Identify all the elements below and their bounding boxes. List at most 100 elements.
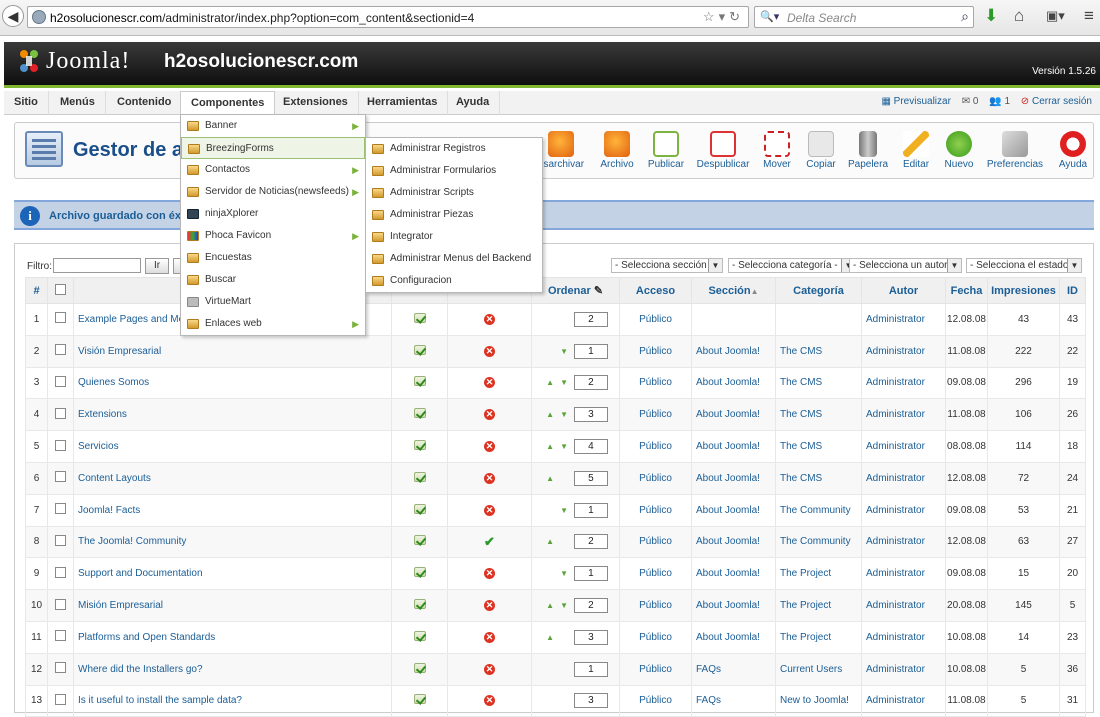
col-author[interactable]: Autor xyxy=(861,277,946,304)
row-checkbox-cell[interactable] xyxy=(47,557,74,591)
published-icon[interactable] xyxy=(413,408,426,419)
author-select[interactable]: - Selecciona un autor - ▼ xyxy=(849,258,962,273)
row-checkbox-cell[interactable] xyxy=(47,303,74,336)
order-up-icon[interactable]: ▲ xyxy=(543,410,557,419)
bookmarks-menu-icon[interactable]: ▣▾ xyxy=(1046,6,1065,26)
row-checkbox[interactable] xyxy=(55,534,66,546)
frontpage-yes-icon[interactable]: ✔ xyxy=(484,534,495,550)
published-cell[interactable] xyxy=(391,430,448,463)
frontpage-no-icon[interactable]: ✕ xyxy=(484,568,495,580)
messages-count[interactable]: ✉ 0 xyxy=(962,91,979,113)
menu-item-buscar[interactable]: Buscar xyxy=(181,269,365,291)
row-checkbox[interactable] xyxy=(55,471,66,483)
article-title-link[interactable]: Where did the Installers go? xyxy=(73,652,392,686)
row-checkbox-cell[interactable] xyxy=(47,589,74,622)
section-link[interactable]: FAQs xyxy=(691,684,776,717)
row-checkbox-cell[interactable] xyxy=(47,493,74,527)
order-input[interactable]: 5 xyxy=(573,470,608,486)
published-icon[interactable] xyxy=(413,662,426,673)
category-link[interactable]: The Community xyxy=(775,493,862,527)
order-input[interactable]: 1 xyxy=(573,343,608,359)
search-box[interactable]: 🔍▾ Delta Search ⌕ xyxy=(754,6,974,28)
new-button[interactable]: Nuevo xyxy=(929,127,989,177)
published-cell[interactable] xyxy=(391,620,448,654)
order-down-icon[interactable]: ▼ xyxy=(557,347,571,356)
section-link[interactable]: About Joomla! xyxy=(691,366,776,400)
frontpage-cell[interactable]: ✕ xyxy=(447,303,532,336)
author-link[interactable]: Administrator xyxy=(861,652,946,686)
state-select[interactable]: - Selecciona el estado - ▼ xyxy=(966,258,1082,273)
menu-item-ninjaxplorer[interactable]: ninjaXplorer xyxy=(181,203,365,225)
category-link[interactable]: The CMS xyxy=(775,398,862,432)
published-cell[interactable] xyxy=(391,652,448,686)
row-checkbox[interactable] xyxy=(55,598,66,610)
submenu-administrar-registros[interactable]: Administrar Registros xyxy=(366,138,542,160)
menu-item-encuestas[interactable]: Encuestas xyxy=(181,247,365,269)
author-link[interactable]: Administrator xyxy=(861,366,946,400)
row-checkbox[interactable] xyxy=(55,344,66,356)
access-link[interactable]: Público xyxy=(619,493,692,527)
published-icon[interactable] xyxy=(413,694,426,705)
row-checkbox[interactable] xyxy=(55,503,66,515)
access-link[interactable]: Público xyxy=(619,525,692,559)
menu-item-enlaces-web[interactable]: Enlaces web ▶ xyxy=(181,313,365,335)
menu-item-contactos[interactable]: Contactos ▶ xyxy=(181,159,365,181)
access-link[interactable]: Público xyxy=(619,557,692,591)
published-icon[interactable] xyxy=(413,376,426,387)
frontpage-cell[interactable]: ✕ xyxy=(447,684,532,717)
author-link[interactable]: Administrator xyxy=(861,684,946,717)
publish-button[interactable]: Publicar xyxy=(636,127,696,177)
article-title-link[interactable]: Servicios xyxy=(73,430,392,463)
article-title-link[interactable]: Is it useful to install the sample data? xyxy=(73,684,392,717)
access-link[interactable]: Público xyxy=(619,652,692,686)
row-checkbox[interactable] xyxy=(55,407,66,419)
author-link[interactable]: Administrator xyxy=(861,303,946,336)
menu-item-virtuemart[interactable]: VirtueMart xyxy=(181,291,365,313)
row-checkbox-cell[interactable] xyxy=(47,620,74,654)
published-icon[interactable] xyxy=(413,630,426,641)
published-cell[interactable] xyxy=(391,398,448,432)
access-link[interactable]: Público xyxy=(619,303,692,336)
row-checkbox[interactable] xyxy=(55,693,66,705)
section-link[interactable] xyxy=(691,303,776,336)
author-link[interactable]: Administrator xyxy=(861,461,946,495)
author-link[interactable]: Administrator xyxy=(861,334,946,368)
category-link[interactable]: The CMS xyxy=(775,461,862,495)
section-link[interactable]: About Joomla! xyxy=(691,525,776,559)
access-link[interactable]: Público xyxy=(619,398,692,432)
order-down-icon[interactable]: ▼ xyxy=(557,442,571,451)
article-title-link[interactable]: Extensions xyxy=(73,398,392,432)
frontpage-cell[interactable]: ✕ xyxy=(447,620,532,654)
order-input[interactable]: 2 xyxy=(573,598,608,614)
menu-sitio[interactable]: Sitio xyxy=(4,91,49,115)
order-input[interactable]: 2 xyxy=(573,375,608,391)
frontpage-no-icon[interactable]: ✕ xyxy=(484,600,495,612)
author-link[interactable]: Administrator xyxy=(861,430,946,463)
back-arrow-icon[interactable]: ◀ xyxy=(2,5,24,27)
article-title-link[interactable]: Joomla! Facts xyxy=(73,493,392,527)
filter-go-button[interactable]: Ir xyxy=(145,258,169,274)
row-checkbox[interactable] xyxy=(55,662,66,674)
published-icon[interactable] xyxy=(413,344,426,355)
author-link[interactable]: Administrator xyxy=(861,589,946,622)
col-section[interactable]: Sección▲ xyxy=(691,277,776,304)
section-link[interactable]: FAQs xyxy=(691,652,776,686)
author-link[interactable]: Administrator xyxy=(861,398,946,432)
order-input[interactable]: 4 xyxy=(573,439,608,455)
published-icon[interactable] xyxy=(413,312,426,323)
access-link[interactable]: Público xyxy=(619,366,692,400)
category-link[interactable]: The CMS xyxy=(775,430,862,463)
row-checkbox-cell[interactable] xyxy=(47,461,74,495)
order-input[interactable]: 3 xyxy=(573,693,608,709)
frontpage-no-icon[interactable]: ✕ xyxy=(484,504,495,516)
order-up-icon[interactable]: ▲ xyxy=(543,537,557,546)
row-checkbox-cell[interactable] xyxy=(47,525,74,559)
row-checkbox[interactable] xyxy=(55,439,66,451)
frontpage-no-icon[interactable]: ✕ xyxy=(484,695,495,707)
published-cell[interactable] xyxy=(391,366,448,400)
order-down-icon[interactable]: ▼ xyxy=(557,601,571,610)
frontpage-no-icon[interactable]: ✕ xyxy=(484,377,495,389)
author-link[interactable]: Administrator xyxy=(861,620,946,654)
submenu-administrar-scripts[interactable]: Administrar Scripts xyxy=(366,182,542,204)
frontpage-cell[interactable]: ✕ xyxy=(447,334,532,368)
